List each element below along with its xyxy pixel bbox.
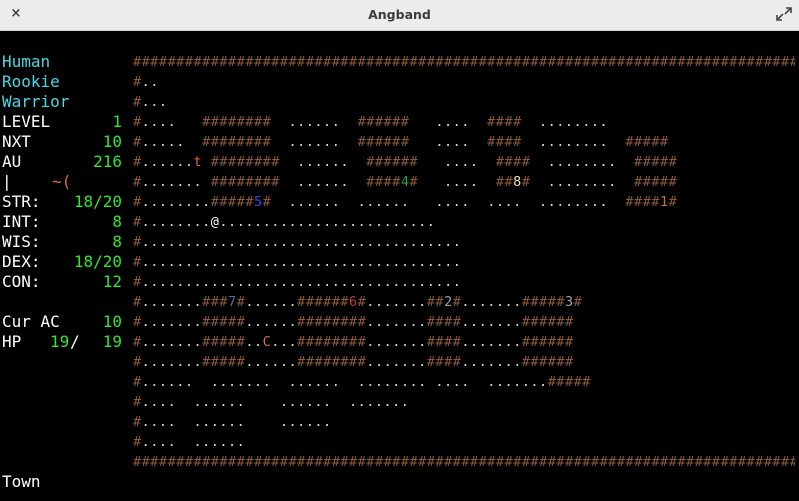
- map-row: #.......###7#......######6#.......##2#..…: [133, 294, 583, 310]
- map-row: #......t ######## ...... ###### .... ###…: [133, 154, 678, 170]
- map-row: #...... ....... ...... ........ .... ...…: [133, 374, 591, 390]
- equipment-items: ~(: [52, 172, 72, 191]
- game-terminal[interactable]: Human Rookie Warrior LEVEL 1 NXT 10 AU 2…: [0, 31, 799, 501]
- map-row: #.... ...... ...... #: [133, 414, 332, 430]
- monster-t[interactable]: t: [193, 154, 202, 170]
- map-row: #..................................... #: [133, 234, 462, 250]
- map-row: #.......#####......########.......####..…: [133, 314, 574, 330]
- map-row: #.......#####..C...########.......####..…: [133, 334, 574, 350]
- shop-entrance-8[interactable]: 8: [513, 174, 522, 190]
- wis-value: 8: [112, 232, 122, 251]
- shop-entrance-3[interactable]: 3: [565, 294, 574, 310]
- equipment-bar: |: [2, 172, 12, 191]
- map-row: #..... ######## ...... ###### .... #### …: [133, 134, 669, 150]
- map-row: #.... ...... ...... ....... #: [133, 394, 410, 410]
- title-bar: × Angband: [0, 0, 799, 31]
- str-value: 18/20: [73, 192, 122, 211]
- nxt-value: 10: [102, 132, 122, 151]
- map-row: #... #: [133, 94, 168, 110]
- map-row: #..................................... #: [133, 254, 462, 270]
- title-label: Rookie: [2, 72, 60, 91]
- au-value: 216: [93, 152, 122, 171]
- shop-entrance-6[interactable]: 6: [349, 294, 358, 310]
- map-row: #.. #: [133, 74, 159, 90]
- race-label: Human: [2, 52, 51, 71]
- map-row: #........@......................... #: [133, 214, 436, 230]
- ac-value: 10: [102, 312, 122, 331]
- con-value: 12: [102, 272, 122, 291]
- shop-entrance-7[interactable]: 7: [228, 294, 237, 310]
- shop-entrance-2[interactable]: 2: [444, 294, 453, 310]
- map-row: ########################################…: [133, 454, 795, 470]
- location-label: Town: [2, 472, 41, 491]
- maximize-icon: [776, 7, 792, 21]
- map-row: #....... ######## ...... ####4# .... ##8…: [133, 174, 678, 190]
- map-row: #.... ######## ...... ###### .... #### .…: [133, 114, 609, 130]
- map-row: #.... ...... #: [133, 434, 246, 450]
- map-row: #..................................... #: [133, 274, 462, 290]
- shop-entrance-5[interactable]: 5: [254, 194, 263, 210]
- map-row: ########################################…: [133, 54, 795, 70]
- level-value: 1: [112, 112, 122, 131]
- class-label: Warrior: [2, 92, 70, 111]
- monster-c[interactable]: C: [263, 334, 272, 350]
- hp-max: 19: [102, 332, 122, 351]
- window-title: Angband: [368, 7, 431, 22]
- map-row: #........#####5# ...... ...... .... ....…: [133, 194, 678, 210]
- maximize-button[interactable]: [773, 4, 795, 24]
- map-row: #.......#####......########.......####..…: [133, 354, 574, 370]
- dex-value: 18/20: [73, 252, 122, 271]
- int-value: 8: [112, 212, 122, 231]
- shop-entrance-1[interactable]: 1: [660, 194, 669, 210]
